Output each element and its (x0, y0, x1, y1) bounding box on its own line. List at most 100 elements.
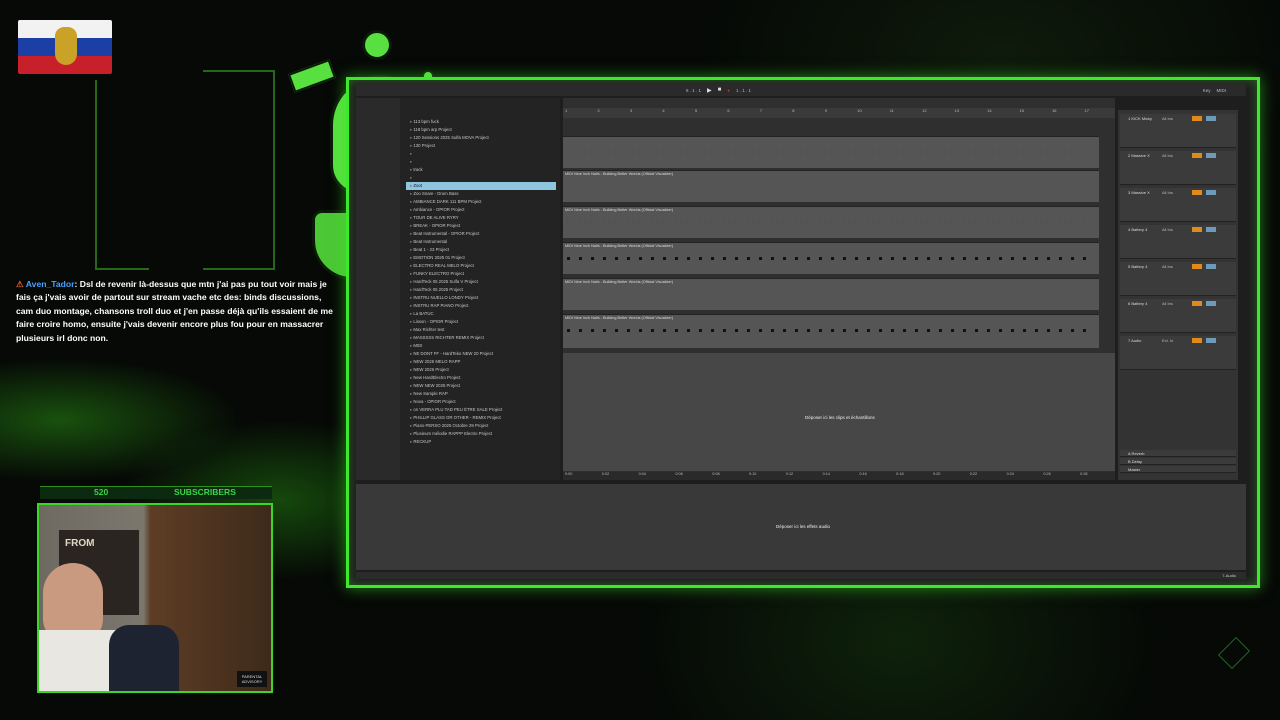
browser-item[interactable]: New Sample RAP (406, 390, 556, 398)
browser-item[interactable]: MASSSSS RICHTER REMIX Project (406, 334, 556, 342)
browser-item[interactable]: Lisson - OPIOR Project (406, 318, 556, 326)
track-name[interactable]: 5 Battery 4 (1128, 264, 1147, 269)
track-name[interactable]: 4 Battery 4 (1128, 227, 1147, 232)
input-select[interactable]: Ext. In (1162, 338, 1173, 343)
solo-button[interactable] (1206, 264, 1216, 269)
browser-item[interactable]: HardTeck 05 2025 Project (406, 286, 556, 294)
browser-item[interactable]: 118 bpm arp Project (406, 126, 556, 134)
time-tick: 0:08 (712, 472, 720, 476)
browser-item[interactable]: INSTRU RAP PIANO Project (406, 302, 556, 310)
mixer-strip[interactable]: 3 Massive X All Ins (1120, 188, 1236, 222)
browser-item[interactable]: Beat 1 - 23 Project (406, 246, 556, 254)
solo-button[interactable] (1206, 338, 1216, 343)
mixer-strip[interactable]: 4 Battery 4 All Ins (1120, 225, 1236, 259)
ruler-tick: 2 (597, 108, 600, 113)
track-activator-button[interactable] (1192, 153, 1202, 158)
position-display[interactable]: 1 . 1 . 1 (736, 88, 751, 93)
browser-item[interactable]: Plusieurs mélodie RAPPP Electro Project (406, 430, 556, 438)
browser-item[interactable]: BREAK - OPIOR Project (406, 222, 556, 230)
browser-item[interactable]: AMBIANCE DARK 111 BPM Project (406, 198, 556, 206)
browser-item[interactable]: EMOTION 2025 01 Project (406, 254, 556, 262)
input-select[interactable]: All Ins (1162, 190, 1173, 195)
browser-item[interactable]: New HardElectro Project (406, 374, 556, 382)
browser-item[interactable]: HardTeck 05 2025 Sulfa V Project (406, 278, 556, 286)
browser-item[interactable]: NEW NEW 2025 Project (406, 382, 556, 390)
browser-item[interactable]: 130 Project (406, 142, 556, 150)
input-select[interactable]: All Ins (1162, 301, 1173, 306)
input-select[interactable]: All Ins (1162, 264, 1173, 269)
browser-item[interactable]: NEW 2025 MELO RAPP (406, 358, 556, 366)
mixer-strip[interactable]: 7 Audio Ext. In (1120, 336, 1236, 370)
return-track[interactable]: Master (1120, 466, 1236, 473)
track-name[interactable]: 6 Battery 4 (1128, 301, 1147, 306)
return-track[interactable]: B Delay (1120, 458, 1236, 465)
browser-item[interactable]: FUNKY ELECTRO Project (406, 270, 556, 278)
midi-track-lane[interactable] (563, 136, 1099, 168)
track-name[interactable]: 7 Audio (1128, 338, 1141, 343)
mixer-strip[interactable]: 6 Battery 4 All Ins (1120, 299, 1236, 333)
browser-item[interactable]: Piano PERSO 2025 Octobre 29 Project (406, 422, 556, 430)
browser-item[interactable]: INSTRU NUELLO LONDY Project (406, 294, 556, 302)
input-select[interactable]: All Ins (1162, 227, 1173, 232)
midi-track-lane[interactable]: MIDI Nine Inch Nails - Building Better W… (563, 170, 1099, 202)
track-activator-button[interactable] (1192, 301, 1202, 306)
midi-map-button[interactable]: MIDI (1217, 88, 1227, 93)
browser-item[interactable]: Ambiance - OPIOR Project (406, 206, 556, 214)
browser-item[interactable]: on VERRA PLU TAD PEU ÉTRE SALE Project (406, 406, 556, 414)
track-name[interactable]: 3 Massive X (1128, 190, 1150, 195)
midi-track-lane[interactable]: MIDI Nine Inch Nails - Building Better W… (563, 278, 1099, 310)
play-button[interactable]: ▶ (707, 87, 712, 94)
browser-item[interactable]: ELECTRO REAL MELO Project (406, 262, 556, 270)
track-name[interactable]: 2 Massive X (1128, 153, 1150, 158)
browser-item[interactable]: MIDI (406, 342, 556, 350)
solo-button[interactable] (1206, 227, 1216, 232)
browser-item[interactable]: Beat Instrumental (406, 238, 556, 246)
track-activator-button[interactable] (1192, 264, 1202, 269)
browser-item[interactable]: 113 bpm fuck (406, 118, 556, 126)
key-map-button[interactable]: Key (1203, 88, 1211, 93)
browser-item[interactable]: Nova - OPIOR Project (406, 398, 556, 406)
solo-button[interactable] (1206, 153, 1216, 158)
solo-button[interactable] (1206, 116, 1216, 121)
record-button[interactable]: ● (727, 88, 730, 93)
chat-username[interactable]: Aven_Tador (26, 279, 75, 289)
bar-ruler[interactable]: 1 2 3 4 5 6 7 8 9 10 11 12 13 14 15 16 17 (563, 108, 1115, 118)
input-select[interactable]: All Ins (1162, 153, 1173, 158)
browser-item[interactable]: RECKUP (406, 438, 556, 446)
browser-item[interactable] (406, 150, 556, 158)
mixer-strip[interactable]: 2 Massive X All Ins (1120, 151, 1236, 185)
browser-item[interactable]: Beat Instrumental - OPIOR Project (406, 230, 556, 238)
browser-item[interactable]: La BATUC (406, 310, 556, 318)
track-activator-button[interactable] (1192, 227, 1202, 232)
browser-item[interactable]: Zoo Snare - Drum Bass (406, 190, 556, 198)
browser-item[interactable] (406, 158, 556, 166)
midi-track-lane[interactable]: MIDI Nine Inch Nails - Building Better W… (563, 242, 1099, 274)
browser-item[interactable]: Zoot (406, 182, 556, 190)
browser-item[interactable]: NEW 2026 Project (406, 366, 556, 374)
browser-item[interactable]: TOUR DE ALIVE RYRY (406, 214, 556, 222)
track-name[interactable]: 1 KICK Micky (1128, 116, 1152, 121)
tempo-display[interactable]: 6 . 1 . 1 (686, 88, 701, 93)
browser-item[interactable]: Max Richter test (406, 326, 556, 334)
clip-drop-area[interactable]: Déposer ici les clips et échantillons (563, 353, 1115, 471)
mixer-strip[interactable]: 1 KICK Micky All Ins (1120, 114, 1236, 148)
browser-item[interactable]: 120 Sessions 2025 Sulfa MOVA Project (406, 134, 556, 142)
ruler-tick: 12 (922, 108, 927, 113)
track-activator-button[interactable] (1192, 190, 1202, 195)
browser-item[interactable]: NE DONT FF - HardTeko NEW 20 Project (406, 350, 556, 358)
mixer-strip[interactable]: 5 Battery 4 All Ins (1120, 262, 1236, 296)
return-track[interactable]: A Reverb (1120, 450, 1236, 457)
time-ruler[interactable]: 0:00 0:02 0:04 0:06 0:08 0:10 0:12 0:14 0:16 0:18… (563, 472, 1115, 480)
solo-button[interactable] (1206, 190, 1216, 195)
browser-item[interactable]: PHILLIP GLASS OR OTHER - REMIX Project (406, 414, 556, 422)
midi-track-lane[interactable]: MIDI Nine Inch Nails - Building Better W… (563, 206, 1099, 238)
solo-button[interactable] (1206, 301, 1216, 306)
browser-item[interactable]: track (406, 166, 556, 174)
device-view[interactable]: Déposer ici les effets audio (356, 484, 1246, 570)
input-select[interactable]: All Ins (1162, 116, 1173, 121)
stop-button[interactable]: ■ (718, 87, 722, 93)
browser-item[interactable] (406, 174, 556, 182)
track-activator-button[interactable] (1192, 116, 1202, 121)
midi-track-lane[interactable]: MIDI Nine Inch Nails - Building Better W… (563, 314, 1099, 348)
track-activator-button[interactable] (1192, 338, 1202, 343)
